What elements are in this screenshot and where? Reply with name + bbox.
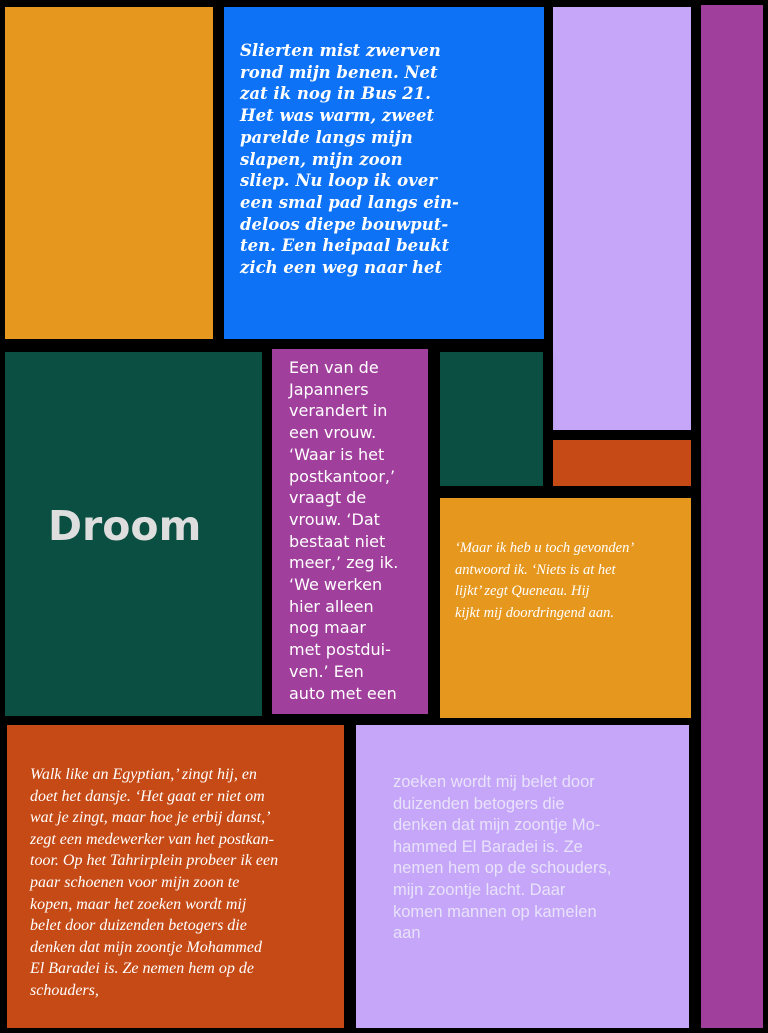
blue-panel-text: Slierten mist zwerven rond mijn benen. N… xyxy=(240,41,459,278)
rust-panel-text: Walk like an Egyptian,’ zingt hij, en do… xyxy=(30,766,279,999)
orange-panel-top-left xyxy=(5,7,213,339)
purple-panel-right-edge xyxy=(701,5,763,1028)
orange-panel-text: ‘Maar ik heb u toch gevonden’ antwoord i… xyxy=(455,540,635,621)
green-panel-small xyxy=(440,352,543,486)
rust-panel-small xyxy=(553,440,691,486)
purple-panel-text: Een van de Japanners verandert in een vr… xyxy=(289,358,399,703)
lavender-panel-text: zoeken wordt mij belet door duizenden be… xyxy=(393,773,612,943)
page-title: Droom xyxy=(48,502,202,550)
lavender-panel-top-right xyxy=(553,7,691,430)
